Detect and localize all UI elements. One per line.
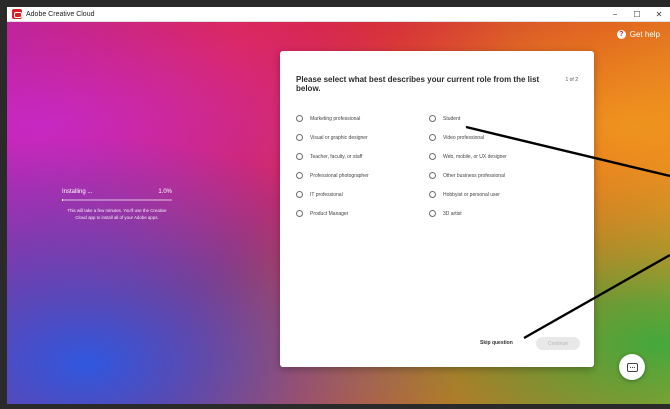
radio-button[interactable]: [429, 191, 436, 198]
radio-button[interactable]: [296, 191, 303, 198]
role-option-label: Other business professional: [443, 172, 505, 179]
install-label: Installing ...: [62, 189, 93, 195]
get-help-label: Get help: [629, 30, 660, 39]
install-progress-bar: [62, 199, 172, 201]
install-status-row: Installing ... 1.0%: [62, 189, 172, 195]
install-percent: 1.0%: [158, 189, 172, 195]
role-option[interactable]: IT professional: [296, 190, 429, 199]
skip-question-link[interactable]: Skip question: [480, 340, 513, 346]
chat-button[interactable]: [619, 354, 645, 380]
maximize-button[interactable]: ☐: [626, 7, 648, 22]
role-option[interactable]: 3D artist: [429, 209, 579, 218]
radio-button[interactable]: [429, 153, 436, 160]
radio-button[interactable]: [296, 210, 303, 217]
radio-button[interactable]: [429, 115, 436, 122]
role-option[interactable]: Other business professional: [429, 171, 579, 180]
install-description: This will take a few minutes. You'll use…: [67, 208, 167, 220]
radio-button[interactable]: [429, 210, 436, 217]
role-option-label: IT professional: [310, 191, 343, 198]
role-option-label: Professional photographer: [310, 172, 369, 179]
role-option-label: Visual or graphic designer: [310, 134, 368, 141]
page-counter: 1 of 2: [565, 77, 578, 83]
role-option[interactable]: Video professional: [429, 133, 579, 142]
dialog-title: Please select what best describes your c…: [296, 75, 540, 93]
radio-button[interactable]: [429, 172, 436, 179]
role-option-label: Marketing professional: [310, 115, 361, 122]
role-option[interactable]: Marketing professional: [296, 114, 429, 123]
role-option[interactable]: Product Manager: [296, 209, 429, 218]
role-option[interactable]: Professional photographer: [296, 171, 429, 180]
role-option-label: Teacher, faculty, or staff: [310, 153, 363, 160]
install-panel: Installing ... 1.0% This will take a few…: [62, 189, 172, 221]
window-title: Adobe Creative Cloud: [26, 10, 95, 18]
radio-button[interactable]: [296, 153, 303, 160]
close-button[interactable]: ✕: [648, 7, 670, 22]
radio-button[interactable]: [296, 115, 303, 122]
role-option-label: Web, mobile, or UX designer: [443, 153, 507, 160]
title-bar: Adobe Creative Cloud − ☐ ✕: [7, 7, 670, 22]
role-option[interactable]: Teacher, faculty, or staff: [296, 152, 429, 161]
radio-button[interactable]: [296, 134, 303, 141]
role-option-label: 3D artist: [443, 210, 462, 217]
role-option-label: Hobbyist or personal user: [443, 191, 500, 198]
role-survey-dialog: Please select what best describes your c…: [280, 51, 594, 367]
role-option-label: Student: [443, 115, 461, 122]
continue-button[interactable]: Continue: [536, 337, 580, 350]
chat-icon: [626, 362, 638, 372]
get-help-link[interactable]: ? Get help: [616, 30, 660, 39]
radio-button[interactable]: [296, 172, 303, 179]
role-option[interactable]: Web, mobile, or UX designer: [429, 152, 579, 161]
minimize-button[interactable]: −: [604, 7, 626, 22]
role-option-label: Product Manager: [310, 210, 349, 217]
role-option[interactable]: Hobbyist or personal user: [429, 190, 579, 199]
help-icon: ?: [616, 30, 626, 39]
creative-cloud-logo-icon: [12, 9, 22, 19]
role-option-label: Video professional: [443, 134, 485, 141]
window-controls: − ☐ ✕: [604, 7, 670, 22]
install-progress-fill: [62, 199, 64, 201]
role-option[interactable]: Student: [429, 114, 579, 123]
role-options: Marketing professional Student Visual or…: [296, 114, 586, 218]
radio-button[interactable]: [429, 134, 436, 141]
role-option[interactable]: Visual or graphic designer: [296, 133, 429, 142]
